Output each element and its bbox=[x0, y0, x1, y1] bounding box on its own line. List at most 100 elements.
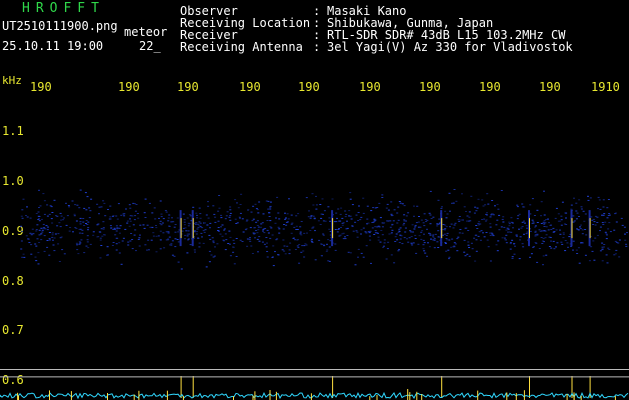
noise-speck bbox=[559, 233, 562, 235]
noise-speck bbox=[364, 231, 367, 233]
noise-speck bbox=[51, 222, 54, 224]
noise-speck bbox=[240, 193, 243, 195]
noise-speck bbox=[31, 228, 34, 230]
noise-speck bbox=[85, 209, 88, 211]
noise-speck bbox=[529, 256, 531, 258]
noise-speck bbox=[425, 221, 428, 222]
noise-speck bbox=[368, 232, 371, 234]
noise-speck bbox=[283, 224, 285, 225]
noise-speck bbox=[228, 216, 231, 218]
noise-speck bbox=[246, 245, 249, 247]
noise-speck bbox=[59, 226, 62, 228]
noise-speck bbox=[403, 219, 406, 220]
noise-speck bbox=[496, 250, 499, 252]
noise-speck bbox=[620, 217, 623, 219]
noise-speck bbox=[466, 253, 469, 255]
noise-speck bbox=[542, 255, 545, 257]
noise-speck bbox=[407, 241, 410, 243]
noise-speck bbox=[360, 216, 363, 218]
noise-speck bbox=[136, 213, 139, 214]
noise-speck bbox=[295, 215, 298, 217]
noise-speck bbox=[128, 225, 131, 227]
noise-speck bbox=[102, 200, 105, 202]
noise-speck bbox=[311, 227, 314, 229]
noise-speck bbox=[446, 239, 449, 241]
noise-speck bbox=[235, 238, 238, 239]
noise-speck bbox=[38, 207, 40, 208]
noise-speck bbox=[99, 257, 102, 259]
noise-speck bbox=[516, 206, 519, 208]
noise-speck bbox=[564, 240, 567, 241]
noise-speck bbox=[168, 225, 171, 227]
noise-speck bbox=[68, 206, 71, 208]
noise-speck bbox=[581, 229, 584, 231]
noise-speck bbox=[147, 239, 150, 241]
noise-speck bbox=[349, 192, 352, 194]
noise-speck bbox=[475, 250, 478, 252]
noise-speck bbox=[20, 240, 23, 242]
noise-speck bbox=[266, 256, 269, 258]
noise-speck bbox=[25, 215, 27, 216]
noise-speck bbox=[321, 255, 323, 257]
noise-speck bbox=[79, 242, 82, 244]
noise-speck bbox=[187, 238, 190, 240]
noise-speck bbox=[193, 230, 196, 232]
noise-speck bbox=[441, 206, 443, 208]
noise-speck bbox=[202, 230, 205, 232]
noise-speck bbox=[27, 238, 30, 240]
noise-speck bbox=[543, 226, 546, 227]
noise-speck bbox=[137, 239, 140, 240]
noise-speck bbox=[326, 249, 329, 251]
noise-speck bbox=[621, 224, 624, 226]
noise-speck bbox=[159, 230, 162, 232]
noise-speck bbox=[323, 210, 326, 212]
noise-speck bbox=[209, 227, 211, 229]
noise-speck bbox=[124, 228, 127, 230]
noise-speck bbox=[167, 239, 170, 241]
meteor-echo bbox=[441, 218, 443, 239]
noise-speck bbox=[56, 225, 59, 227]
noise-speck bbox=[74, 204, 77, 206]
noise-speck bbox=[387, 241, 390, 243]
noise-speck bbox=[196, 231, 198, 233]
noise-speck bbox=[477, 198, 480, 200]
noise-speck bbox=[540, 215, 542, 217]
noise-speck bbox=[383, 245, 385, 247]
noise-speck bbox=[352, 230, 355, 232]
noise-speck bbox=[224, 233, 227, 235]
noise-speck bbox=[437, 199, 440, 201]
noise-speck bbox=[577, 229, 580, 230]
noise-speck bbox=[406, 238, 408, 240]
noise-speck bbox=[403, 220, 406, 222]
noise-speck bbox=[256, 225, 259, 226]
noise-speck bbox=[72, 231, 74, 233]
noise-speck bbox=[490, 213, 493, 215]
noise-speck bbox=[79, 217, 82, 219]
noise-speck bbox=[87, 229, 89, 231]
noise-speck bbox=[405, 227, 407, 229]
noise-speck bbox=[235, 256, 238, 257]
noise-speck bbox=[510, 231, 513, 233]
noise-speck bbox=[593, 259, 596, 261]
meteor-echo bbox=[332, 218, 334, 239]
noise-speck bbox=[531, 222, 534, 224]
noise-speck bbox=[236, 202, 238, 204]
noise-speck bbox=[43, 200, 46, 202]
noise-speck bbox=[579, 226, 581, 228]
noise-speck bbox=[261, 241, 264, 243]
noise-speck bbox=[86, 239, 89, 241]
noise-speck bbox=[348, 210, 351, 212]
noise-speck bbox=[389, 220, 392, 222]
noise-speck bbox=[398, 242, 401, 243]
noise-speck bbox=[111, 245, 114, 246]
noise-speck bbox=[163, 247, 166, 249]
noise-speck bbox=[466, 220, 469, 222]
noise-speck bbox=[256, 238, 259, 240]
noise-speck bbox=[74, 227, 77, 229]
noise-speck bbox=[510, 217, 513, 219]
noise-speck bbox=[250, 211, 253, 213]
noise-speck bbox=[468, 247, 471, 248]
noise-speck bbox=[100, 245, 103, 246]
noise-speck bbox=[457, 236, 460, 238]
baseline-peak bbox=[166, 390, 168, 400]
